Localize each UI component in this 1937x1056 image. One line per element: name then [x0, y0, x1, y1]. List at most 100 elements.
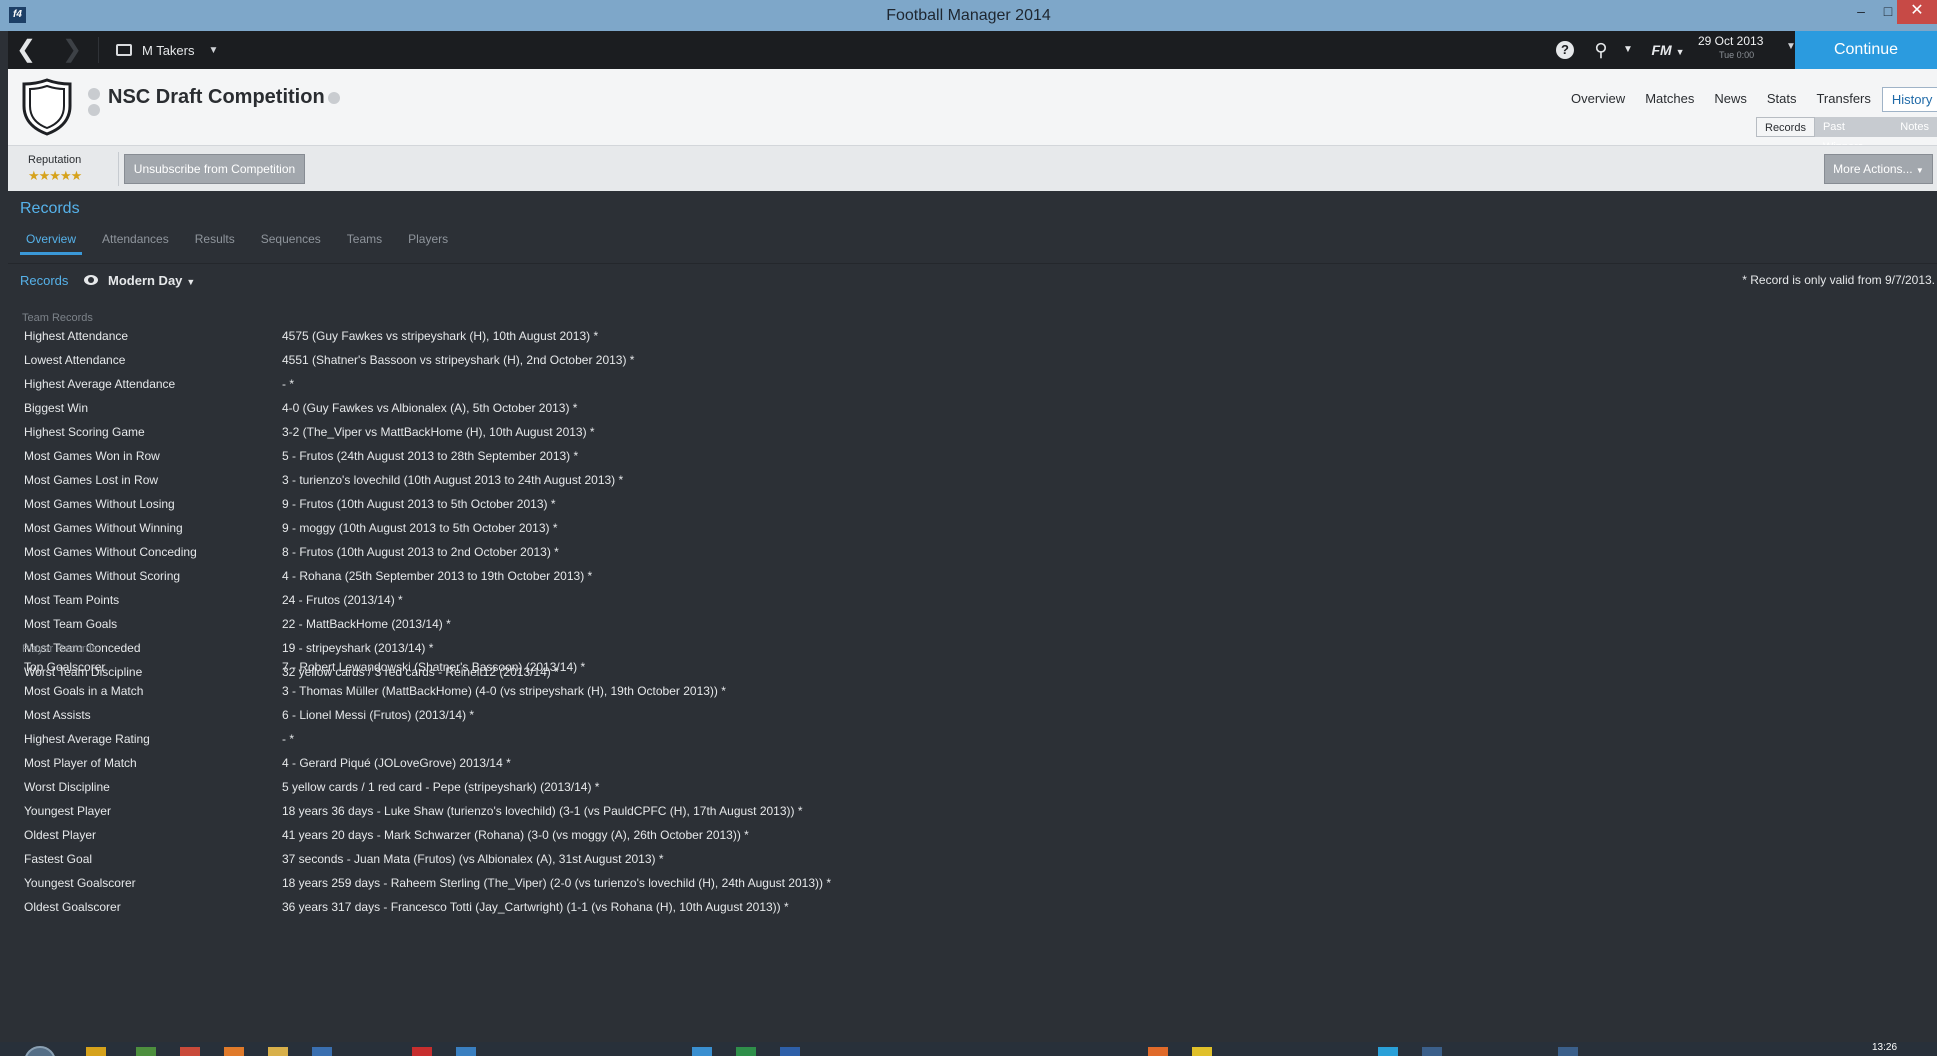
records-tab-teams[interactable]: Teams	[341, 232, 388, 255]
close-icon[interactable]: ✕	[1897, 0, 1937, 24]
records-tab-sequences[interactable]: Sequences	[255, 232, 327, 255]
unsubscribe-button[interactable]: Unsubscribe from Competition	[124, 154, 305, 184]
record-value[interactable]: 4 - Rohana (25th September 2013 to 19th …	[282, 569, 592, 583]
record-value[interactable]: 3-2 (The_Viper vs MattBackHome (H), 10th…	[282, 425, 595, 439]
record-name: Most Assists	[24, 708, 91, 722]
taskbar-app-icon[interactable]	[724, 1042, 768, 1056]
status-dots	[88, 88, 100, 120]
taskbar-app-icon[interactable]	[168, 1042, 212, 1056]
taskbar-app-icon[interactable]	[300, 1042, 344, 1056]
era-dropdown[interactable]: Modern Day ▼	[108, 273, 195, 288]
help-icon[interactable]: ?	[1553, 31, 1577, 69]
record-name: Worst Discipline	[24, 780, 110, 794]
team-record-row: Biggest Win 4-0 (Guy Fawkes vs Albionalex…	[16, 396, 1937, 420]
taskbar-app-icon[interactable]	[1366, 1042, 1410, 1056]
record-value[interactable]: 7 - Robert Lewandowski (Shatner's Bassoo…	[282, 660, 585, 674]
records-panel: Records Overview Attendances Results Seq…	[8, 191, 1937, 1042]
taskbar-app-icon[interactable]	[680, 1042, 724, 1056]
section-title: Records	[20, 200, 80, 217]
tab-news[interactable]: News	[1705, 87, 1756, 112]
record-name: Oldest Goalscorer	[24, 900, 121, 914]
continue-button[interactable]: Continue	[1795, 31, 1937, 69]
subtab-past-winners[interactable]: Past Winners	[1815, 117, 1892, 153]
record-value[interactable]: 8 - Frutos (10th August 2013 to 2nd Octo…	[282, 545, 559, 559]
competition-header: NSC Draft Competition Overview Matches N…	[8, 69, 1937, 153]
record-value[interactable]: 5 - Frutos (24th August 2013 to 28th Sep…	[282, 449, 578, 463]
shield-icon	[22, 78, 72, 136]
record-name: Most Team Goals	[24, 617, 118, 631]
taskbar-app-icon[interactable]	[400, 1042, 444, 1056]
record-value[interactable]: 18 years 36 days - Luke Shaw (turienzo's…	[282, 804, 803, 818]
taskbar-app-icon[interactable]	[1136, 1042, 1180, 1056]
record-value[interactable]: 37 seconds - Juan Mata (Frutos) (vs Albi…	[282, 852, 664, 866]
taskbar-app-icon[interactable]	[1410, 1042, 1454, 1056]
taskbar-app-icon[interactable]	[74, 1042, 118, 1056]
toolbar-divider	[118, 152, 119, 186]
tab-stats[interactable]: Stats	[1758, 87, 1806, 112]
taskbar-app-icon[interactable]	[212, 1042, 256, 1056]
taskbar-app-icon[interactable]	[256, 1042, 300, 1056]
record-value[interactable]: 36 years 317 days - Francesco Totti (Jay…	[282, 900, 789, 914]
forward-arrow-icon[interactable]: ❯	[54, 31, 90, 69]
current-date: 29 Oct 2013	[1698, 34, 1764, 48]
start-button-icon[interactable]	[24, 1046, 56, 1056]
record-value[interactable]: 3 - turienzo's lovechild (10th August 20…	[282, 473, 623, 487]
record-value[interactable]: 4 - Gerard Piqué (JOLoveGrove) 2013/14 *	[282, 756, 511, 770]
chevron-down-icon[interactable]: ▼	[1620, 31, 1636, 69]
window-titlebar: f4 Football Manager 2014 – □ ✕	[0, 0, 1937, 31]
taskbar-app-icon[interactable]	[1180, 1042, 1224, 1056]
record-value[interactable]: 22 - MattBackHome (2013/14) *	[282, 617, 451, 631]
records-tab-attendances[interactable]: Attendances	[96, 232, 175, 255]
taskbar-app-icon[interactable]	[768, 1042, 812, 1056]
more-actions-button[interactable]: More Actions... ▼	[1824, 154, 1933, 184]
record-value[interactable]: 6 - Lionel Messi (Frutos) (2013/14) *	[282, 708, 474, 722]
team-records-heading: Team Records	[22, 312, 93, 324]
fm-logo-text: FM	[1651, 42, 1672, 58]
record-value[interactable]: 9 - moggy (10th August 2013 to 5th Octob…	[282, 521, 558, 535]
left-edge-strip	[0, 191, 8, 1042]
record-value[interactable]: 3 - Thomas Müller (MattBackHome) (4-0 (v…	[282, 684, 726, 698]
record-value[interactable]: 19 - stripeyshark (2013/14) *	[282, 641, 433, 655]
record-name: Most Games Lost in Row	[24, 473, 159, 487]
search-icon[interactable]: ⚲	[1588, 31, 1614, 69]
record-value[interactable]: 24 - Frutos (2013/14) *	[282, 593, 403, 607]
team-record-row: Most Games Without Scoring 4 - Rohana (25…	[16, 564, 1937, 588]
team-record-row: Highest Average Attendance - *	[16, 372, 1937, 396]
record-name: Most Games Without Conceding	[24, 545, 197, 559]
taskbar-app-icon[interactable]	[124, 1042, 168, 1056]
record-value[interactable]: - *	[282, 377, 294, 391]
record-value[interactable]: - *	[282, 732, 294, 746]
tab-transfers[interactable]: Transfers	[1807, 87, 1879, 112]
manager-menu-button[interactable]: M Takers ▼	[116, 31, 218, 69]
record-value[interactable]: 4-0 (Guy Fawkes vs Albionalex (A), 5th O…	[282, 401, 577, 415]
records-tab-overview[interactable]: Overview	[20, 232, 83, 255]
record-value[interactable]: 4575 (Guy Fawkes vs stripeyshark (H), 10…	[282, 329, 598, 343]
eye-icon[interactable]	[84, 275, 98, 285]
tab-matches[interactable]: Matches	[1636, 87, 1703, 112]
tab-history[interactable]: History	[1881, 87, 1937, 112]
subtab-notes[interactable]: Notes	[1892, 117, 1937, 137]
minimize-icon[interactable]: –	[1846, 0, 1876, 24]
records-tab-players[interactable]: Players	[402, 232, 454, 255]
record-value[interactable]: 41 years 20 days - Mark Schwarzer (Rohan…	[282, 828, 749, 842]
fm-menu-button[interactable]: FM ▼	[1648, 31, 1688, 69]
taskbar-app-icon[interactable]	[444, 1042, 488, 1056]
player-records-heading: Player Records	[22, 643, 98, 655]
record-name: Youngest Player	[24, 804, 111, 818]
date-display[interactable]: 29 Oct 2013 Tue 0:00 ▼	[1698, 34, 1796, 66]
record-value[interactable]: 4551 (Shatner's Bassoon vs stripeyshark …	[282, 353, 634, 367]
record-value[interactable]: 9 - Frutos (10th August 2013 to 5th Octo…	[282, 497, 556, 511]
team-record-row: Most Games Lost in Row 3 - turienzo's lov…	[16, 468, 1937, 492]
taskbar-app-icon[interactable]	[1546, 1042, 1590, 1056]
records-tab-results[interactable]: Results	[189, 232, 241, 255]
player-record-row: Youngest Goalscorer 18 years 259 days - R…	[16, 871, 1937, 895]
player-record-row: Most Player of Match 4 - Gerard Piqué (JO…	[16, 751, 1937, 775]
tab-overview[interactable]: Overview	[1562, 87, 1634, 112]
favorite-icon[interactable]	[328, 92, 340, 104]
record-value[interactable]: 18 years 259 days - Raheem Sterling (The…	[282, 876, 831, 890]
subtab-records[interactable]: Records	[1756, 117, 1815, 137]
back-arrow-icon[interactable]: ❮	[8, 31, 44, 69]
record-value[interactable]: 5 yellow cards / 1 red card - Pepe (stri…	[282, 780, 599, 794]
era-value: Modern Day	[108, 273, 183, 288]
player-record-row: Oldest Goalscorer 36 years 317 days - Fra…	[16, 895, 1937, 919]
